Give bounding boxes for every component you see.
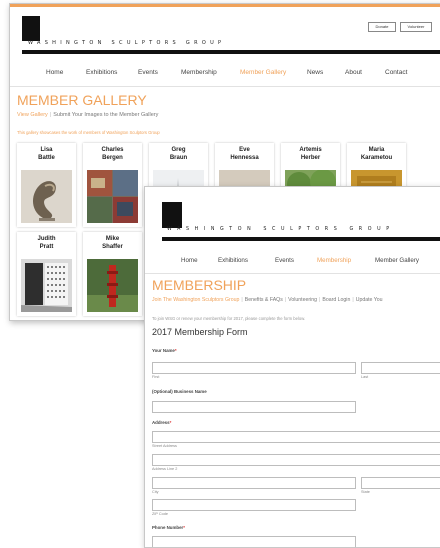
artist-name: Mike Shaffer <box>102 236 123 250</box>
wsg-logo[interactable] <box>162 202 182 228</box>
artist-name: Eve Hennessa <box>230 147 259 161</box>
artwork-thumbnail[interactable] <box>21 259 72 312</box>
link-separator: | <box>49 112 52 118</box>
street-address-input[interactable] <box>152 431 440 443</box>
nav-news[interactable]: News <box>307 69 323 76</box>
form-intro: To join WSG or renew your membership for… <box>152 316 306 321</box>
gallery-description: This gallery showcases the work of membe… <box>17 130 160 135</box>
header-rule <box>22 50 440 54</box>
first-name-input[interactable] <box>152 362 356 374</box>
business-name-input[interactable] <box>152 401 356 413</box>
volunteering-link[interactable]: Volunteering <box>288 297 317 303</box>
view-gallery-link[interactable]: View Gallery <box>17 112 48 118</box>
link-separator: | <box>319 297 321 303</box>
update-link[interactable]: Update You <box>356 297 383 303</box>
artist-card[interactable]: Charles Bergen <box>83 143 142 227</box>
nav-member-gallery[interactable]: Member Gallery <box>240 69 286 76</box>
artist-name: Charles Bergen <box>101 147 124 161</box>
address-line2-input[interactable] <box>152 454 440 466</box>
logo-text: WASHINGTON SCULPTORS GROUP <box>28 40 226 46</box>
last-sub-label: Last <box>361 375 369 379</box>
nav-home[interactable]: Home <box>181 257 198 264</box>
artist-card[interactable]: Lisa Battle <box>17 143 76 227</box>
artist-name: Judith Pratt <box>37 236 56 250</box>
last-name-input[interactable] <box>361 362 440 374</box>
gallery-sub-links: View Gallery | Submit Your Images to the M… <box>17 112 158 118</box>
wsg-logo[interactable] <box>22 16 40 41</box>
main-nav: Home Exhibitions Events Membership Membe… <box>10 69 440 79</box>
link-separator: | <box>284 297 287 303</box>
logo-text: WASHINGTON SCULPTORS GROUP <box>167 227 395 232</box>
page-title: MEMBERSHIP <box>152 277 247 293</box>
line2-sub-label: Address Line 2 <box>152 467 178 471</box>
link-separator: | <box>352 297 354 303</box>
page-title: MEMBER GALLERY <box>17 92 147 108</box>
membership-window: WASHINGTON SCULPTORS GROUP Home Exhibiti… <box>144 186 440 548</box>
first-sub-label: First <box>152 375 160 379</box>
nav-member-gallery[interactable]: Member Gallery <box>375 257 419 264</box>
form-title: 2017 Membership Form <box>152 327 248 337</box>
artist-card[interactable]: Mike Shaffer <box>83 232 142 316</box>
nav-events[interactable]: Events <box>275 257 294 264</box>
nav-events[interactable]: Events <box>138 69 158 76</box>
zip-sub-label: ZIP Code <box>152 512 168 516</box>
main-nav: Home Exhibitions Events Membership Membe… <box>145 257 440 267</box>
nav-home[interactable]: Home <box>46 69 63 76</box>
artist-name: Maria Karametou <box>360 147 393 161</box>
artist-name: Artemis Herber <box>299 147 322 161</box>
nav-divider <box>145 273 440 274</box>
nav-exhibitions[interactable]: Exhibitions <box>86 69 117 76</box>
nav-membership[interactable]: Membership <box>317 257 351 264</box>
accent-top-bar <box>10 4 440 7</box>
volunteer-button[interactable]: Volunteer <box>400 22 432 32</box>
city-input[interactable] <box>152 477 356 489</box>
donate-button[interactable]: Donate <box>368 22 396 32</box>
zip-input[interactable] <box>152 499 356 511</box>
city-sub-label: City <box>152 490 159 494</box>
artwork-thumbnail[interactable] <box>21 170 72 223</box>
header-rule <box>162 237 440 241</box>
benefits-link[interactable]: Benefits & FAQs <box>245 297 283 303</box>
link-separator: | <box>241 297 243 303</box>
artist-name: Lisa Battle <box>38 147 55 161</box>
join-link[interactable]: Join The Washington Sculptors Group <box>152 297 239 303</box>
artwork-thumbnail[interactable] <box>87 170 138 223</box>
nav-exhibitions[interactable]: Exhibitions <box>218 257 248 264</box>
nav-contact[interactable]: Contact <box>385 69 407 76</box>
business-label: (Optional) Business Name <box>152 389 207 394</box>
membership-sub-links: Join The Washington Sculptors Group | Bene… <box>152 297 383 303</box>
address-label: Address* <box>152 420 172 425</box>
artist-card[interactable]: Judith Pratt <box>17 232 76 316</box>
nav-membership[interactable]: Membership <box>181 69 217 76</box>
board-login-link[interactable]: Board Login <box>322 297 350 303</box>
street-sub-label: Street Address <box>152 444 177 448</box>
nav-divider <box>10 86 440 87</box>
state-sub-label: State <box>361 490 370 494</box>
name-label: Your Name* <box>152 348 177 353</box>
phone-input[interactable] <box>152 536 356 547</box>
artist-name: Greg Braun <box>169 147 188 161</box>
artwork-thumbnail[interactable] <box>87 259 138 312</box>
submit-images-link[interactable]: Submit Your Images to the Member Gallery <box>53 112 158 118</box>
phone-label: Phone Number* <box>152 525 185 530</box>
nav-about[interactable]: About <box>345 69 362 76</box>
state-input[interactable] <box>361 477 440 489</box>
